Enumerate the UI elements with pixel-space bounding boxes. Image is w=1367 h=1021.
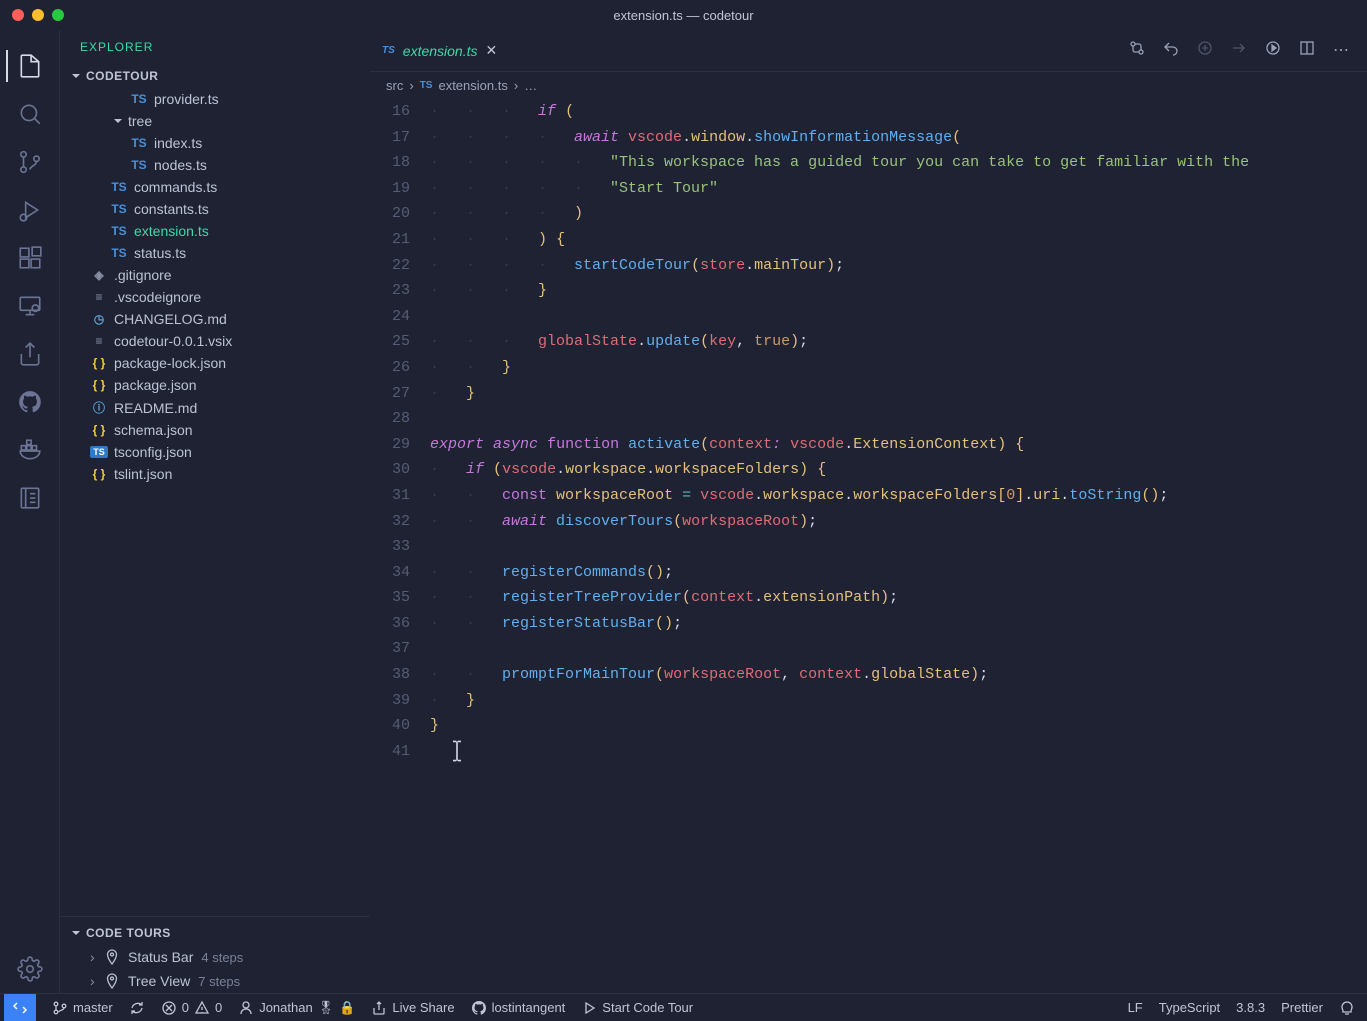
file-item[interactable]: { }tslint.json [60, 463, 370, 485]
go-back-icon[interactable] [1163, 40, 1179, 61]
file-item[interactable]: TScommands.ts [60, 176, 370, 198]
file-item[interactable]: TSindex.ts [60, 132, 370, 154]
tour-item[interactable]: ›Status Bar4 steps [60, 945, 370, 969]
tour-item[interactable]: ›Tree View7 steps [60, 969, 370, 993]
window-minimize-button[interactable] [32, 9, 44, 21]
chevron-down-icon [68, 925, 84, 941]
window-title: extension.ts — codetour [613, 8, 753, 23]
section-label: CODE TOURS [86, 926, 171, 940]
code-content[interactable]: · · · if (· · · · await vscode.window.sh… [430, 99, 1367, 993]
more-actions-icon[interactable]: ⋯ [1333, 40, 1349, 61]
debug-icon[interactable] [6, 186, 54, 234]
file-item[interactable]: ≡codetour-0.0.1.vsix [60, 330, 370, 352]
text-cursor-icon [445, 739, 469, 770]
run-icon[interactable] [1265, 40, 1281, 61]
eol-indicator[interactable]: LF [1120, 994, 1151, 1021]
line-gutter: 1617181920212223242526272829303132333435… [370, 99, 430, 993]
breadcrumb-item[interactable]: src [386, 78, 403, 93]
tabs-row: TS extension.ts ✕ ⋯ [370, 30, 1367, 72]
file-item[interactable]: TSstatus.ts [60, 242, 370, 264]
live-share-user[interactable]: Jonathan 🎖 🔒 [230, 994, 363, 1021]
language-mode[interactable]: TypeScript [1151, 994, 1228, 1021]
folder-section-header[interactable]: CODETOUR [60, 64, 370, 88]
explorer-icon[interactable] [6, 42, 54, 90]
docker-icon[interactable] [6, 426, 54, 474]
file-item[interactable]: ◷CHANGELOG.md [60, 308, 370, 330]
file-item[interactable]: TSextension.ts [60, 220, 370, 242]
remote-indicator[interactable] [4, 994, 36, 1021]
lock-icon: 🔒 [339, 1000, 355, 1016]
git-branch[interactable]: master [44, 994, 121, 1021]
split-editor-icon[interactable] [1299, 40, 1315, 61]
extensions-icon[interactable] [6, 234, 54, 282]
breadcrumb[interactable]: src › TS extension.ts › … [370, 72, 1367, 99]
tab-extension-ts[interactable]: TS extension.ts ✕ [370, 30, 509, 71]
typescript-version[interactable]: 3.8.3 [1228, 994, 1273, 1021]
window-close-button[interactable] [12, 9, 24, 21]
source-control-icon[interactable] [6, 138, 54, 186]
chevron-down-icon [68, 68, 84, 84]
breadcrumb-item[interactable]: extension.ts [438, 78, 507, 93]
status-bar: master 0 0 Jonathan 🎖 🔒 Live Share losti… [0, 993, 1367, 1021]
feedback-icon[interactable] [1331, 994, 1363, 1021]
code-editor[interactable]: 1617181920212223242526272829303132333435… [370, 99, 1367, 993]
file-item[interactable]: { }package.json [60, 374, 370, 396]
file-item[interactable]: TSconstants.ts [60, 198, 370, 220]
live-share-button[interactable]: Live Share [363, 994, 462, 1021]
codetour-icon[interactable] [6, 474, 54, 522]
breadcrumb-item[interactable]: … [524, 78, 537, 93]
file-item[interactable]: ⓘREADME.md [60, 396, 370, 419]
diff-prev-icon[interactable] [1197, 40, 1213, 61]
file-item[interactable]: { }schema.json [60, 419, 370, 441]
diff-next-icon[interactable] [1231, 40, 1247, 61]
editor-area: TS extension.ts ✕ ⋯ src › TS extension.t… [370, 30, 1367, 993]
window-maximize-button[interactable] [52, 9, 64, 21]
chevron-right-icon: › [514, 78, 518, 93]
folder-item[interactable]: tree [60, 110, 370, 132]
close-icon[interactable]: ✕ [486, 42, 498, 59]
file-item[interactable]: TStsconfig.json [60, 441, 370, 463]
file-item[interactable]: TSnodes.ts [60, 154, 370, 176]
codetours-section-header[interactable]: CODE TOURS [60, 921, 370, 945]
compare-changes-icon[interactable] [1129, 40, 1145, 61]
start-code-tour-button[interactable]: Start Code Tour [573, 994, 701, 1021]
file-item[interactable]: TSprovider.ts [60, 88, 370, 110]
typescript-icon: TS [382, 45, 395, 56]
search-icon[interactable] [6, 90, 54, 138]
problems-button[interactable]: 0 0 [153, 994, 230, 1021]
explorer-sidebar: EXPLORER CODETOUR TSprovider.tstreeTSind… [60, 30, 370, 993]
formatter-indicator[interactable]: Prettier [1273, 994, 1331, 1021]
file-item[interactable]: ≡.vscodeignore [60, 286, 370, 308]
activity-bar [0, 30, 60, 993]
titlebar: extension.ts — codetour [0, 0, 1367, 30]
remote-explorer-icon[interactable] [6, 282, 54, 330]
file-tree: TSprovider.tstreeTSindex.tsTSnodes.tsTSc… [60, 88, 370, 916]
github-profile[interactable]: lostintangent [463, 994, 574, 1021]
section-label: CODETOUR [86, 69, 158, 83]
chevron-right-icon: › [409, 78, 413, 93]
settings-gear-icon[interactable] [6, 945, 54, 993]
github-icon[interactable] [6, 378, 54, 426]
file-item[interactable]: ◈.gitignore [60, 264, 370, 286]
sidebar-title: EXPLORER [60, 30, 370, 64]
live-share-icon[interactable] [6, 330, 54, 378]
medal-icon: 🎖 [318, 1000, 335, 1016]
typescript-icon: TS [420, 80, 433, 91]
sync-button[interactable] [121, 994, 153, 1021]
file-item[interactable]: { }package-lock.json [60, 352, 370, 374]
tab-label: extension.ts [403, 43, 478, 59]
